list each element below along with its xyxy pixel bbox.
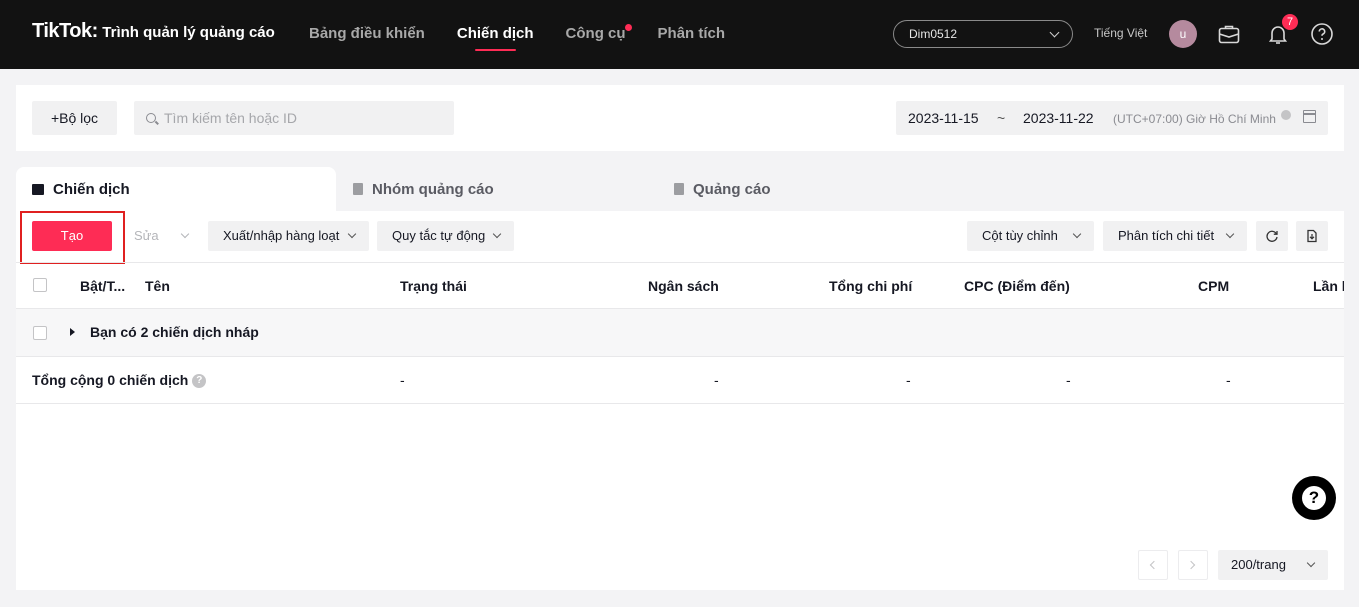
total-status: - [400, 372, 405, 388]
date-start: 2023-11-15 [908, 110, 979, 126]
avatar[interactable]: u [1169, 20, 1197, 48]
draft-campaigns-row[interactable]: Bạn có 2 chiến dịch nháp [16, 309, 1344, 357]
nav-tools[interactable]: Công cụ [565, 0, 632, 69]
page-size-select[interactable]: 200/trang [1218, 550, 1328, 580]
timezone-label: (UTC+07:00) Giờ Hồ Chí Minh [1113, 112, 1276, 126]
create-button[interactable]: Tạo [32, 221, 112, 251]
breakdown-label: Phân tích chi tiết [1118, 228, 1215, 243]
tab-ads[interactable]: Quảng cáo [674, 167, 771, 211]
help-floating-button[interactable]: ? [1292, 476, 1336, 520]
select-all-checkbox[interactable] [33, 278, 47, 292]
level-tabs: Chiến dịch Nhóm quảng cáo Quảng cáo [16, 167, 1344, 211]
campaign-panel: Tạo Sửa Xuất/nhập hàng loạt Quy tắc tự đ… [16, 211, 1344, 590]
question-mark-icon: ? [1302, 486, 1326, 510]
chevron-down-icon [492, 229, 502, 239]
refresh-icon [1266, 230, 1278, 242]
col-name[interactable]: Tên [145, 278, 170, 294]
account-name: Dim0512 [909, 27, 958, 41]
total-budget: - [714, 372, 719, 388]
nav-tools-label: Công cụ [565, 25, 626, 42]
automated-rules-dropdown[interactable]: Quy tắc tự động [377, 221, 514, 251]
columns-label: Cột tùy chỉnh [982, 228, 1058, 243]
rules-label: Quy tắc tự động [392, 228, 486, 243]
col-cpm[interactable]: CPM [1198, 278, 1229, 294]
totals-row: Tổng cộng 0 chiến dịch? - - - - - [16, 357, 1344, 404]
chevron-down-icon [1306, 558, 1316, 568]
date-end: 2023-11-22 [1023, 110, 1094, 126]
col-total-cost[interactable]: Tổng chi phí [829, 278, 912, 294]
nav-analytics[interactable]: Phân tích [658, 0, 726, 69]
logo-subtitle: Trình quản lý quảng cáo [102, 24, 275, 41]
timezone-info-icon[interactable] [1281, 110, 1291, 120]
calendar-icon [1303, 110, 1316, 123]
chevron-down-icon [180, 229, 190, 239]
account-selector[interactable]: Dim0512 [893, 20, 1073, 48]
draft-row-label: Bạn có 2 chiến dịch nháp [90, 324, 259, 340]
page-size-value: 200/trang [1231, 557, 1286, 572]
folder-icon [32, 183, 44, 195]
bulk-label: Xuất/nhập hàng loạt [223, 228, 340, 243]
tab-campaigns-label: Chiến dịch [53, 180, 130, 198]
logo-wordmark: TikTok [32, 20, 92, 42]
plus-icon: + [50, 110, 60, 126]
tab-campaigns[interactable]: Chiến dịch [16, 167, 336, 211]
prev-page-button[interactable] [1138, 550, 1168, 580]
nav-dashboard[interactable]: Bảng điều khiển [309, 0, 425, 69]
edit-label: Sửa [134, 228, 159, 243]
tiktok-ads-manager-logo[interactable]: TikTok : Trình quản lý quảng cáo [32, 20, 275, 43]
date-range-picker[interactable]: 2023-11-15 ~ 2023-11-22 (UTC+07:00) Giờ … [896, 101, 1328, 135]
col-cpc[interactable]: CPC (Điểm đến) [964, 278, 1070, 294]
total-cost: - [906, 372, 911, 388]
chevron-down-icon [1072, 229, 1082, 239]
notification-count-badge: 7 [1282, 14, 1298, 30]
notification-dot [624, 24, 632, 31]
chevron-down-icon [347, 229, 357, 239]
col-budget[interactable]: Ngân sách [648, 278, 719, 294]
total-label: Tổng cộng 0 chiến dịch [32, 372, 189, 388]
search-box [134, 101, 454, 135]
search-input[interactable] [164, 101, 444, 135]
breakdown-dropdown[interactable]: Phân tích chi tiết [1103, 221, 1247, 251]
col-impressions[interactable]: Lần h [1313, 278, 1344, 294]
export-button[interactable] [1296, 221, 1328, 251]
briefcase-icon[interactable] [1217, 22, 1241, 46]
refresh-button[interactable] [1256, 221, 1288, 251]
expand-caret-icon[interactable] [70, 328, 75, 336]
chevron-right-icon [1186, 560, 1196, 570]
top-navigation-bar: TikTok : Trình quản lý quảng cáo Bảng đi… [0, 0, 1359, 69]
tab-ad-groups-label: Nhóm quảng cáo [372, 180, 494, 198]
ad-icon [674, 183, 684, 195]
nav-campaigns[interactable]: Chiến dịch [457, 0, 534, 69]
date-separator: ~ [997, 110, 1006, 126]
custom-columns-dropdown[interactable]: Cột tùy chỉnh [967, 221, 1094, 251]
filter-label: Bộ lọc [59, 110, 99, 126]
total-label-wrap: Tổng cộng 0 chiến dịch? [32, 372, 207, 389]
next-page-button[interactable] [1178, 550, 1208, 580]
language-selector[interactable]: Tiếng Việt [1094, 26, 1147, 40]
tab-ad-groups[interactable]: Nhóm quảng cáo [353, 167, 494, 211]
search-icon [146, 113, 156, 123]
col-toggle[interactable]: Bật/T... [80, 278, 125, 294]
add-filter-button[interactable]: +Bộ lọc [32, 101, 117, 135]
download-file-icon [1307, 229, 1317, 243]
help-circle-icon[interactable] [1310, 22, 1334, 46]
row-checkbox[interactable] [33, 326, 47, 340]
edit-dropdown[interactable]: Sửa [124, 221, 200, 251]
total-cpc: - [1066, 372, 1071, 388]
total-cpm: - [1226, 372, 1231, 388]
chevron-down-icon [1225, 229, 1235, 239]
logo-colon: : [91, 20, 99, 42]
ad-group-icon [353, 183, 363, 195]
main-nav: Bảng điều khiển Chiến dịch Công cụ Phân … [309, 0, 757, 69]
help-question-icon[interactable]: ? [192, 374, 207, 389]
filter-bar: +Bộ lọc 2023-11-15 ~ 2023-11-22 (UTC+07:… [16, 85, 1344, 151]
bulk-export-import-dropdown[interactable]: Xuất/nhập hàng loạt [208, 221, 369, 251]
chevron-down-icon [1049, 27, 1060, 38]
col-status[interactable]: Trạng thái [400, 278, 467, 294]
chevron-left-icon [1149, 560, 1159, 570]
table-header: Bật/T... Tên Trạng thái Ngân sách Tổng c… [16, 262, 1344, 309]
tab-ads-label: Quảng cáo [693, 180, 771, 198]
